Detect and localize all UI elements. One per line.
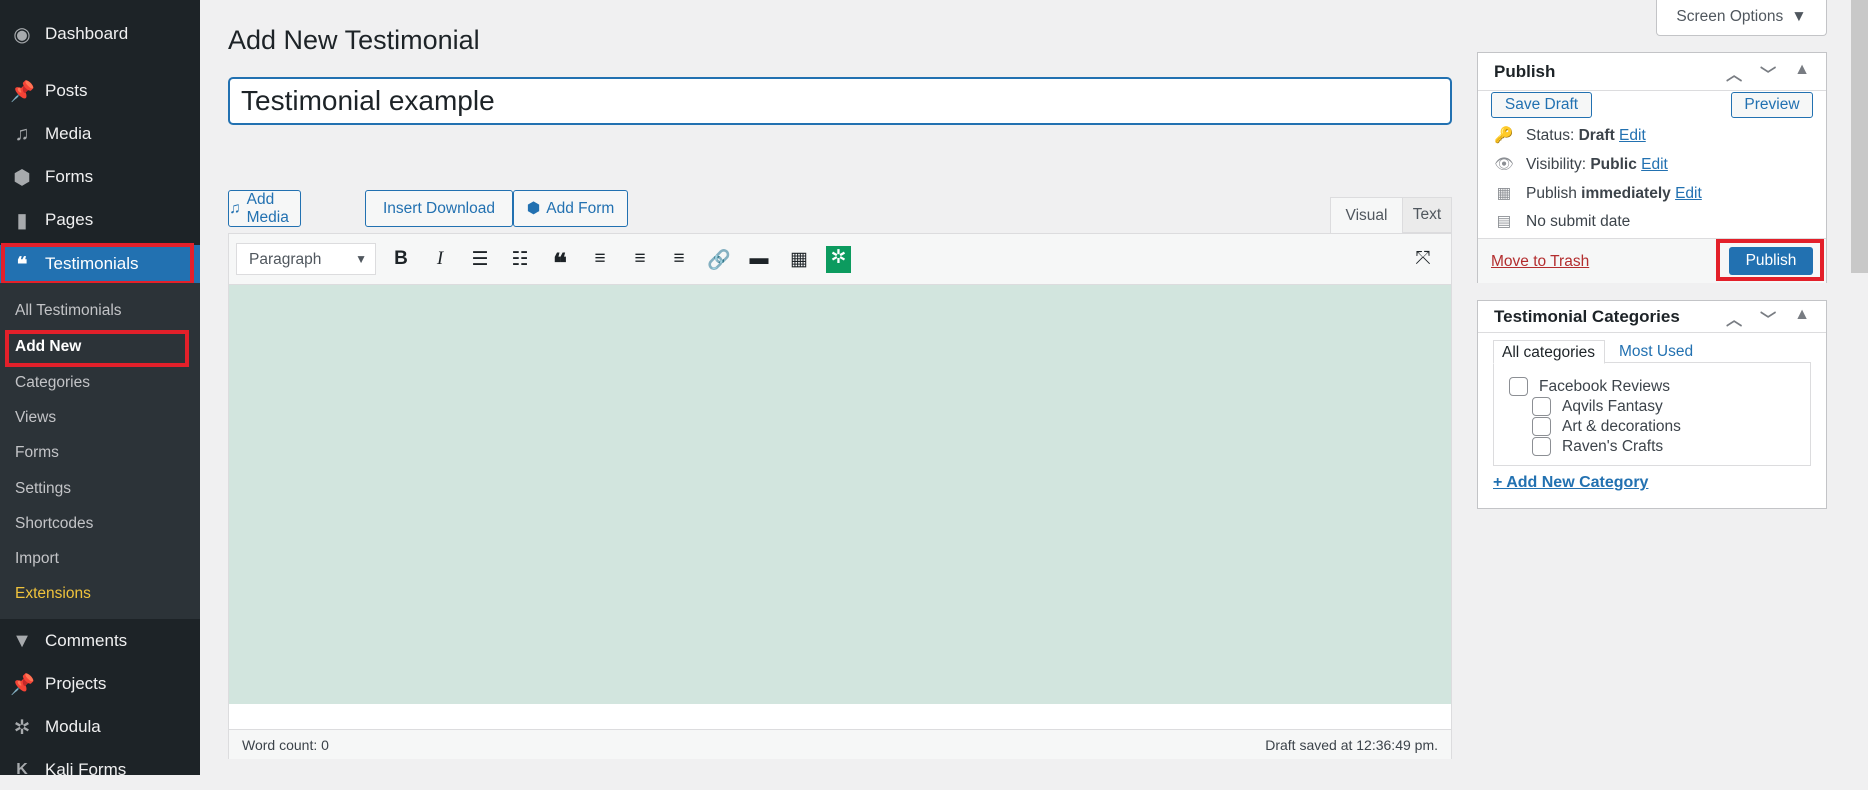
submenu-import[interactable]: Import bbox=[15, 550, 59, 568]
align-left-icon[interactable]: ≡ bbox=[587, 248, 613, 272]
pin-icon: 📌 bbox=[10, 673, 35, 696]
checkbox[interactable] bbox=[1509, 377, 1528, 396]
preview-button[interactable]: Preview bbox=[1731, 92, 1813, 118]
tab-all-categories[interactable]: All categories bbox=[1493, 340, 1605, 364]
menu-comments[interactable]: ▼ Comments bbox=[0, 621, 200, 661]
submenu-views[interactable]: Views bbox=[15, 409, 56, 427]
caret-down-icon: ▼ bbox=[355, 252, 367, 266]
eye-icon: 👁 bbox=[1494, 156, 1514, 173]
forms-icon: ⬢ bbox=[13, 166, 31, 189]
schedule-row: ▦ Publish immediately Edit bbox=[1492, 184, 1702, 203]
align-right-icon[interactable]: ≡ bbox=[666, 248, 692, 272]
tab-text[interactable]: Text bbox=[1402, 197, 1452, 233]
pages-icon: ▮ bbox=[16, 209, 28, 232]
highlight-box bbox=[1, 243, 194, 285]
submenu-all-testimonials[interactable]: All Testimonials bbox=[15, 302, 122, 320]
checkbox[interactable] bbox=[1532, 437, 1551, 456]
toggle-icon[interactable]: ▲ bbox=[1794, 61, 1810, 85]
chevron-down-icon[interactable]: ﹀ bbox=[1760, 306, 1776, 330]
insert-download-button[interactable]: Insert Download bbox=[365, 190, 513, 227]
editor-frame: Word count: 0 Draft saved at 12:36:49 pm… bbox=[228, 233, 1452, 759]
checkbox[interactable] bbox=[1532, 397, 1551, 416]
menu-modula[interactable]: ✲ Modula bbox=[0, 707, 200, 747]
kali-icon: K bbox=[16, 761, 28, 778]
category-item[interactable]: Art & decorations bbox=[1532, 417, 1681, 436]
menu-projects[interactable]: 📌 Projects bbox=[0, 664, 200, 704]
toggle-icon[interactable]: ▲ bbox=[1794, 306, 1810, 330]
checkbox[interactable] bbox=[1532, 417, 1551, 436]
page-title: Add New Testimonial bbox=[228, 25, 480, 55]
modula-icon: ✲ bbox=[13, 716, 31, 739]
align-center-icon[interactable]: ≡ bbox=[627, 248, 653, 272]
menu-dashboard[interactable]: ◉ Dashboard bbox=[0, 14, 200, 54]
menu-media[interactable]: ♫ Media bbox=[0, 114, 200, 154]
comment-icon: ▼ bbox=[12, 629, 32, 652]
highlight-box bbox=[5, 330, 189, 367]
menu-forms[interactable]: ⬢ Forms bbox=[0, 157, 200, 197]
publish-header: Publish ︿ ﹀ ▲ bbox=[1478, 53, 1826, 91]
chevron-up-icon[interactable]: ︿ bbox=[1726, 61, 1742, 85]
highlight-box bbox=[1716, 239, 1824, 281]
status-bar: Word count: 0 Draft saved at 12:36:49 pm… bbox=[229, 729, 1451, 759]
save-draft-button[interactable]: Save Draft bbox=[1491, 92, 1592, 118]
blockquote-icon[interactable]: ❝ bbox=[547, 248, 573, 278]
modula-icon[interactable]: ✲ bbox=[826, 246, 851, 273]
add-form-button[interactable]: ⬢ Add Form bbox=[513, 190, 628, 227]
admin-sidebar: ◉ Dashboard 📌 Posts ♫ Media ⬢ Forms ▮ Pages ❝… bbox=[0, 0, 209, 779]
edit-visibility-link[interactable]: Edit bbox=[1641, 156, 1668, 174]
submit-date-row: ▤ No submit date bbox=[1492, 212, 1631, 231]
chevron-up-icon[interactable]: ︿ bbox=[1726, 306, 1742, 330]
submenu-shortcodes[interactable]: Shortcodes bbox=[15, 515, 93, 533]
chevron-down-icon[interactable]: ﹀ bbox=[1760, 61, 1776, 85]
media-icon: ♫ bbox=[229, 199, 241, 217]
menu-kali-forms[interactable]: K Kali Forms bbox=[0, 750, 200, 790]
categories-box: Testimonial Categories ︿ ﹀ ▲ All categories… bbox=[1477, 300, 1827, 509]
word-count: Word count: 0 bbox=[242, 737, 329, 753]
read-more-icon[interactable]: ▬ bbox=[746, 248, 772, 272]
move-to-trash-link[interactable]: Move to Trash bbox=[1491, 253, 1589, 271]
italic-icon[interactable]: I bbox=[427, 248, 453, 272]
caret-down-icon: ▼ bbox=[1791, 8, 1807, 25]
screen-options-button[interactable]: Screen Options ▼ bbox=[1656, 0, 1827, 36]
submenu-categories[interactable]: Categories bbox=[15, 374, 90, 392]
status-row: 🔑 Status: Draft Edit bbox=[1492, 126, 1646, 145]
title-input[interactable] bbox=[228, 77, 1452, 125]
submenu-extensions[interactable]: Extensions bbox=[15, 585, 91, 603]
submenu-forms[interactable]: Forms bbox=[15, 444, 59, 462]
edit-schedule-link[interactable]: Edit bbox=[1675, 185, 1702, 203]
add-new-category-link[interactable]: + Add New Category bbox=[1493, 474, 1648, 492]
link-icon[interactable]: 🔗 bbox=[706, 248, 732, 272]
fullscreen-icon[interactable]: ⤧ bbox=[1410, 248, 1436, 272]
media-icon: ♫ bbox=[14, 122, 30, 145]
toolbar-toggle-icon[interactable]: ▦ bbox=[786, 248, 812, 272]
dashboard-icon: ◉ bbox=[13, 23, 31, 46]
tab-most-used[interactable]: Most Used bbox=[1619, 343, 1693, 361]
edit-status-link[interactable]: Edit bbox=[1619, 127, 1646, 145]
numbered-list-icon[interactable]: ☷ bbox=[507, 248, 533, 272]
submenu-settings[interactable]: Settings bbox=[15, 480, 71, 498]
active-arrow bbox=[193, 256, 209, 272]
add-media-button[interactable]: ♫ Add Media bbox=[228, 190, 301, 227]
forms-icon: ⬢ bbox=[526, 200, 541, 217]
form-icon: ▤ bbox=[1496, 213, 1512, 230]
category-item[interactable]: Raven's Crafts bbox=[1532, 437, 1663, 456]
bold-icon[interactable]: B bbox=[388, 248, 414, 272]
visibility-row: 👁 Visibility: Public Edit bbox=[1492, 155, 1668, 174]
menu-pages[interactable]: ▮ Pages bbox=[0, 200, 200, 240]
scrollbar[interactable] bbox=[1851, 0, 1868, 775]
category-item[interactable]: Aqvils Fantasy bbox=[1532, 397, 1663, 416]
category-item[interactable]: Facebook Reviews bbox=[1509, 377, 1670, 396]
editor-content[interactable] bbox=[229, 285, 1451, 704]
pin-icon: 📌 bbox=[10, 80, 35, 103]
categories-header: Testimonial Categories ︿ ﹀ ▲ bbox=[1478, 301, 1826, 333]
bullet-list-icon[interactable]: ☰ bbox=[467, 248, 493, 272]
scrollbar-thumb[interactable] bbox=[1851, 0, 1868, 273]
menu-posts[interactable]: 📌 Posts bbox=[0, 71, 200, 111]
key-icon: 🔑 bbox=[1494, 127, 1514, 144]
tab-visual[interactable]: Visual bbox=[1330, 197, 1403, 234]
calendar-icon: ▦ bbox=[1496, 185, 1512, 202]
draft-saved: Draft saved at 12:36:49 pm. bbox=[1265, 737, 1438, 753]
format-select[interactable]: Paragraph ▼ bbox=[236, 243, 376, 275]
